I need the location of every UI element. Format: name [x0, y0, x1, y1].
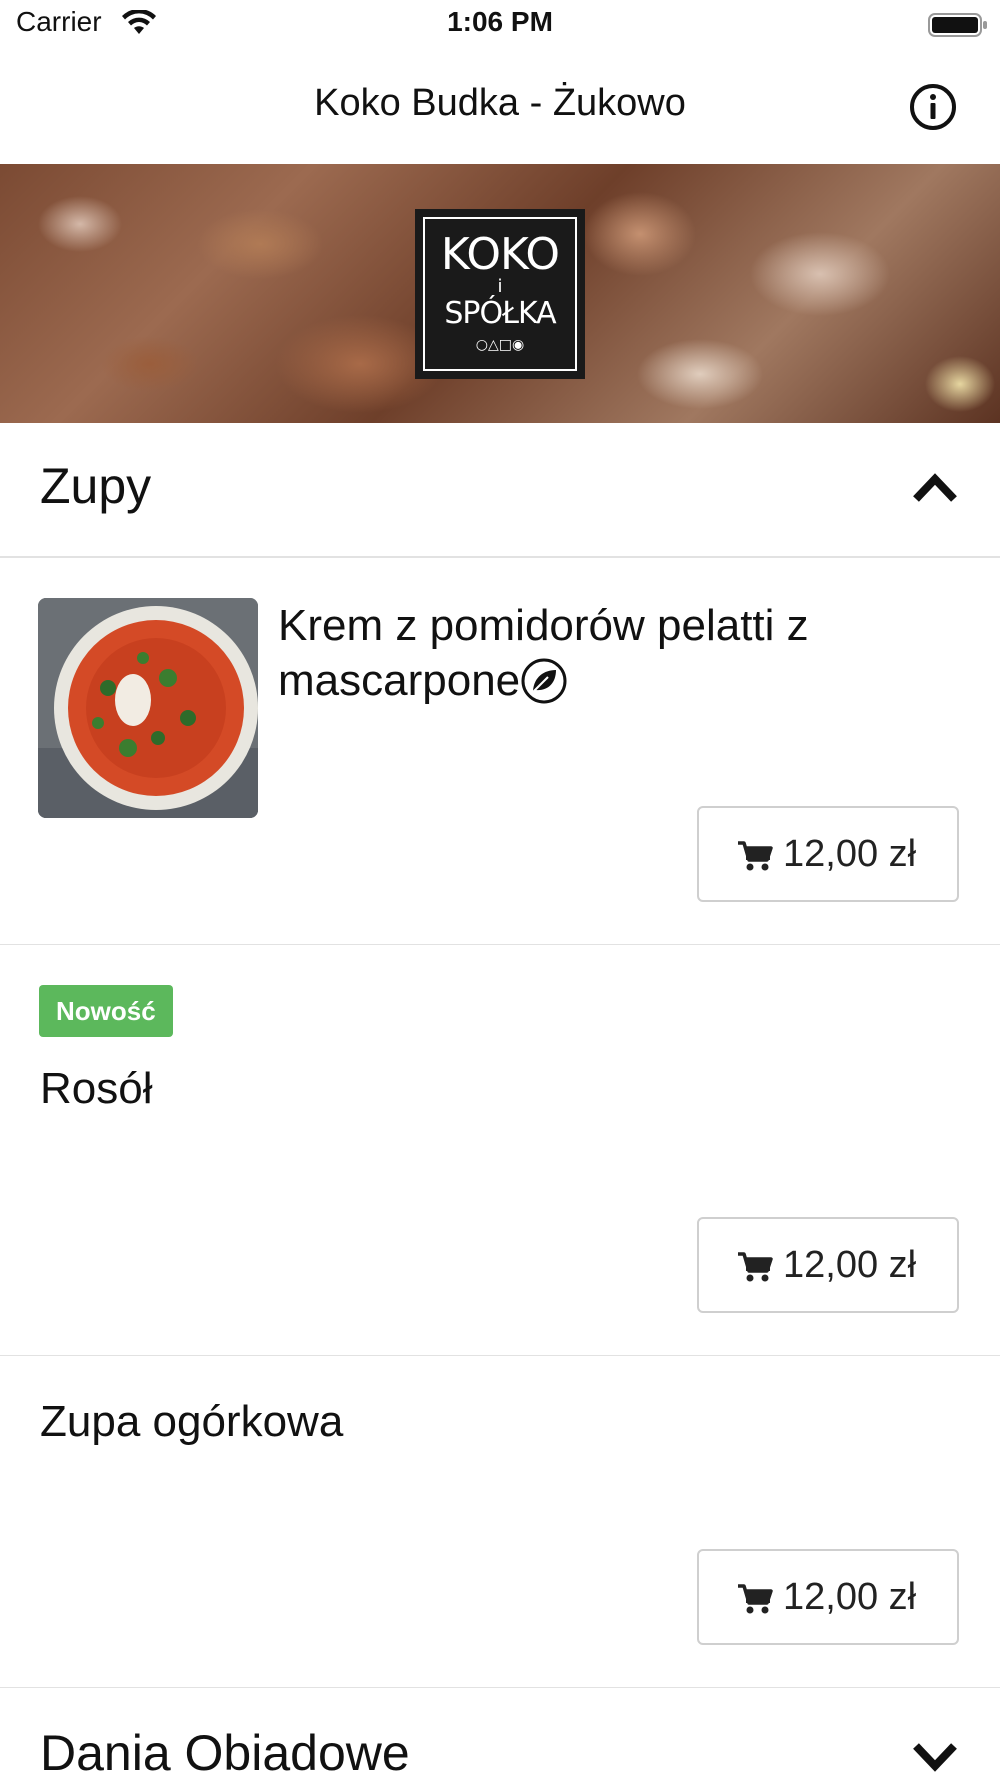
hero-banner: KOKO i SPÓŁKA ○△□◉ — [0, 164, 1000, 423]
section-header-dania-obiadowe[interactable]: Dania Obiadowe — [0, 1688, 1000, 1781]
new-badge: Nowość — [39, 985, 173, 1037]
battery-icon — [928, 13, 987, 37]
add-to-cart-button[interactable]: 12,00 zł — [697, 1217, 959, 1313]
menu-item[interactable]: Krem z pomidorów pelatti z mascarpone 12… — [0, 558, 1000, 946]
restaurant-logo: KOKO i SPÓŁKA ○△□◉ — [415, 209, 585, 379]
status-bar: Carrier 1:06 PM — [0, 0, 1000, 50]
item-name: Zupa ogórkowa — [40, 1397, 344, 1446]
cart-icon — [738, 1252, 773, 1282]
chevron-up-icon[interactable] — [910, 467, 960, 507]
chevron-down-icon[interactable] — [910, 1736, 960, 1776]
item-name: Krem z pomidorów pelatti z mascarpone — [278, 598, 938, 708]
leaf-icon — [521, 658, 567, 704]
cart-icon — [738, 841, 773, 871]
menu-item[interactable]: Nowość Rosół 12,00 zł — [0, 945, 1000, 1357]
status-time: 1:06 PM — [447, 6, 553, 37]
logo-text-spolka: SPÓŁKA — [444, 296, 556, 331]
info-icon[interactable] — [908, 82, 958, 132]
section-header-zupy[interactable]: Zupy — [0, 423, 1000, 558]
add-to-cart-button[interactable]: 12,00 zł — [697, 1549, 959, 1645]
logo-food-icons: ○△□◉ — [475, 337, 525, 353]
cart-icon — [738, 1584, 773, 1614]
page-title: Koko Budka - Żukowo — [314, 82, 686, 124]
price-label: 12,00 zł — [783, 1244, 917, 1286]
price-label: 12,00 zł — [783, 1576, 917, 1618]
menu-item[interactable]: Zupa ogórkowa 12,00 zł — [0, 1356, 1000, 1689]
navigation-bar: Koko Budka - Żukowo — [0, 50, 1000, 164]
add-to-cart-button[interactable]: 12,00 zł — [697, 806, 959, 902]
section-title: Dania Obiadowe — [40, 1725, 410, 1781]
section-title: Zupy — [40, 458, 152, 514]
item-name: Rosół — [40, 1064, 153, 1113]
item-photo — [38, 598, 258, 818]
logo-text-i: i — [497, 276, 503, 297]
logo-text-koko: KOKO — [440, 229, 560, 280]
price-label: 12,00 zł — [783, 833, 917, 875]
